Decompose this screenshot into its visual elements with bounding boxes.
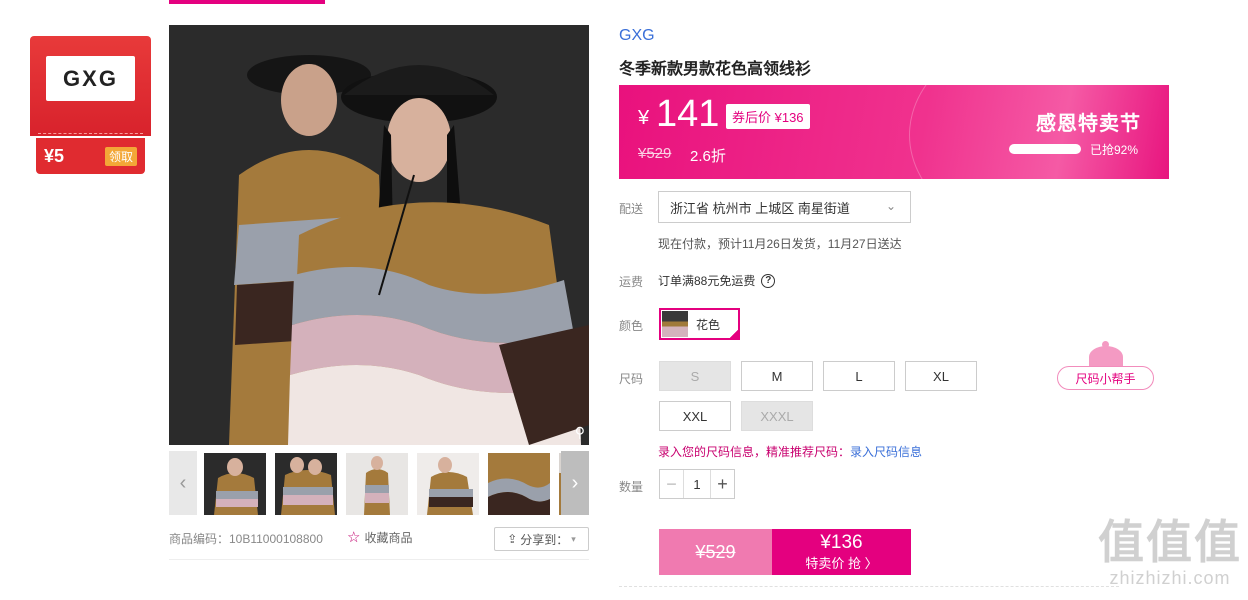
favorite-label: 收藏商品 <box>364 530 413 545</box>
watermark-url: zhizhizhi.com <box>1109 568 1231 588</box>
size-option-xl[interactable]: XL <box>905 361 977 391</box>
quantity-input[interactable]: 1 <box>684 470 710 498</box>
share-label: 分享到： <box>520 532 569 547</box>
quantity-label: 数量 <box>619 480 644 494</box>
thumbnail[interactable] <box>488 453 550 515</box>
sold-progress-text: 已抢92% <box>1090 143 1139 157</box>
color-label: 颜色 <box>619 319 644 333</box>
selected-check-icon <box>728 328 740 340</box>
quantity-increase-button[interactable]: + <box>710 470 734 498</box>
watermark: 值值值 zhizhizhi.com <box>1095 516 1245 589</box>
delivery-location-value: 浙江省 杭州市 上城区 南星街道 <box>670 200 850 216</box>
quantity-decrease-button[interactable]: − <box>660 470 684 498</box>
buy-original-price: ¥529 <box>659 529 772 575</box>
price-banner: ¥ 141 券后价 ¥136 ¥529 2.6折 感恩特卖节 已抢92% <box>619 85 1169 179</box>
delivery-estimate: 现在付款，预计11月26日发货，11月27日送达 <box>658 237 902 251</box>
thumbnail-image <box>204 453 266 515</box>
currency-symbol: ¥ <box>638 107 650 129</box>
size-recommend-tip: 录入您的尺码信息，精准推荐尺码：录入尺码信息 <box>658 443 922 460</box>
thumbnail-image <box>275 453 337 515</box>
share-icon: ⇪ <box>507 532 518 546</box>
thumbnail[interactable] <box>204 453 266 515</box>
thumbnail-next-button[interactable]: › <box>561 451 589 515</box>
buy-button[interactable]: ¥529 ¥136 特卖价 抢 〉 <box>659 529 911 575</box>
coupon-footer: ¥5 领取 <box>36 138 145 174</box>
share-button[interactable]: ⇪ 分享到： ▾ <box>494 527 589 551</box>
thumbnail-prev-button[interactable]: ‹ <box>169 451 197 515</box>
thumbnail-image <box>488 453 550 515</box>
shipping-fee-label: 运费 <box>619 275 644 289</box>
thumbnail-strip: ‹ › <box>169 451 589 515</box>
active-tab-indicator <box>169 0 325 4</box>
thumbnail[interactable] <box>275 453 337 515</box>
size-option-xxxl[interactable]: XXXL <box>741 401 813 431</box>
size-option-xxl[interactable]: XXL <box>659 401 731 431</box>
color-swatch-image <box>662 311 688 337</box>
claim-coupon-button[interactable]: 领取 <box>104 146 137 166</box>
watermark-logo: 值值值 <box>1098 516 1242 568</box>
delivery-location-select[interactable]: 浙江省 杭州市 上城区 南星街道 ⌄ <box>658 191 911 223</box>
product-sku: 商品编码：10B11000108800 <box>169 532 323 546</box>
thumbnail[interactable] <box>346 453 408 515</box>
shipping-label: 配送 <box>619 202 644 216</box>
size-option-s[interactable]: S <box>659 361 731 391</box>
shipping-fee-text: 订单满88元免运费 <box>658 274 756 288</box>
brand-link[interactable]: GXG <box>619 27 655 45</box>
model-photo <box>169 25 589 445</box>
brand-logo: GXG <box>46 56 135 101</box>
buy-now-button[interactable]: ¥136 特卖价 抢 〉 <box>772 529 911 575</box>
chevron-down-icon: ▾ <box>571 533 576 544</box>
size-helper-button[interactable]: 尺码小帮手 <box>1057 366 1154 390</box>
coupon-divider <box>38 133 143 134</box>
coupon-amount: ¥5 <box>44 145 65 166</box>
sold-progress-fill <box>1010 145 1075 153</box>
enter-size-link[interactable]: 录入尺码信息 <box>850 445 922 459</box>
chevron-down-icon: ⌄ <box>885 199 896 213</box>
main-product-image[interactable]: ⚲ <box>169 25 589 445</box>
zoom-icon[interactable]: ⚲ <box>575 424 585 441</box>
promo-title: 感恩特卖节 <box>1036 113 1141 135</box>
current-price: 141 <box>656 93 720 135</box>
buy-action-label: 特卖价 抢 〉 <box>805 555 878 571</box>
size-label: 尺码 <box>619 372 644 386</box>
sold-progress-bar <box>1009 144 1081 154</box>
size-helper-mascot-icon <box>1089 341 1123 368</box>
coupon-price-badge: 券后价 ¥136 <box>726 104 810 129</box>
original-price: ¥529 <box>638 145 672 162</box>
store-coupon[interactable]: GXG ¥5 领取 <box>30 36 151 174</box>
favorite-button[interactable]: ☆ 收藏商品 <box>347 528 412 546</box>
coupon-header: GXG <box>30 36 151 136</box>
thumbnail-image <box>346 453 408 515</box>
divider <box>619 586 1119 587</box>
color-option-label: 花色 <box>696 317 721 332</box>
help-icon[interactable]: ? <box>761 273 776 288</box>
size-option-l[interactable]: L <box>823 361 895 391</box>
size-option-m[interactable]: M <box>741 361 813 391</box>
product-title: 冬季新款男款花色高领线衫 <box>619 61 812 78</box>
discount-rate: 2.6折 <box>690 148 726 165</box>
color-option[interactable]: 花色 <box>659 308 740 340</box>
divider <box>169 559 589 560</box>
product-page: GXG ¥5 领取 ⚲ ‹ › 商品编码：10B11000108800 ☆ 收藏… <box>0 0 1248 600</box>
size-tip-text: 录入您的尺码信息，精准推荐尺码： <box>658 445 851 459</box>
quantity-stepper: − 1 + <box>659 469 735 499</box>
thumbnail[interactable] <box>417 453 479 515</box>
buy-price: ¥136 <box>820 531 863 553</box>
shipping-fee-info: 订单满88元免运费 ? <box>658 272 776 289</box>
thumbnail-image <box>417 453 479 515</box>
star-icon: ☆ <box>347 529 361 546</box>
